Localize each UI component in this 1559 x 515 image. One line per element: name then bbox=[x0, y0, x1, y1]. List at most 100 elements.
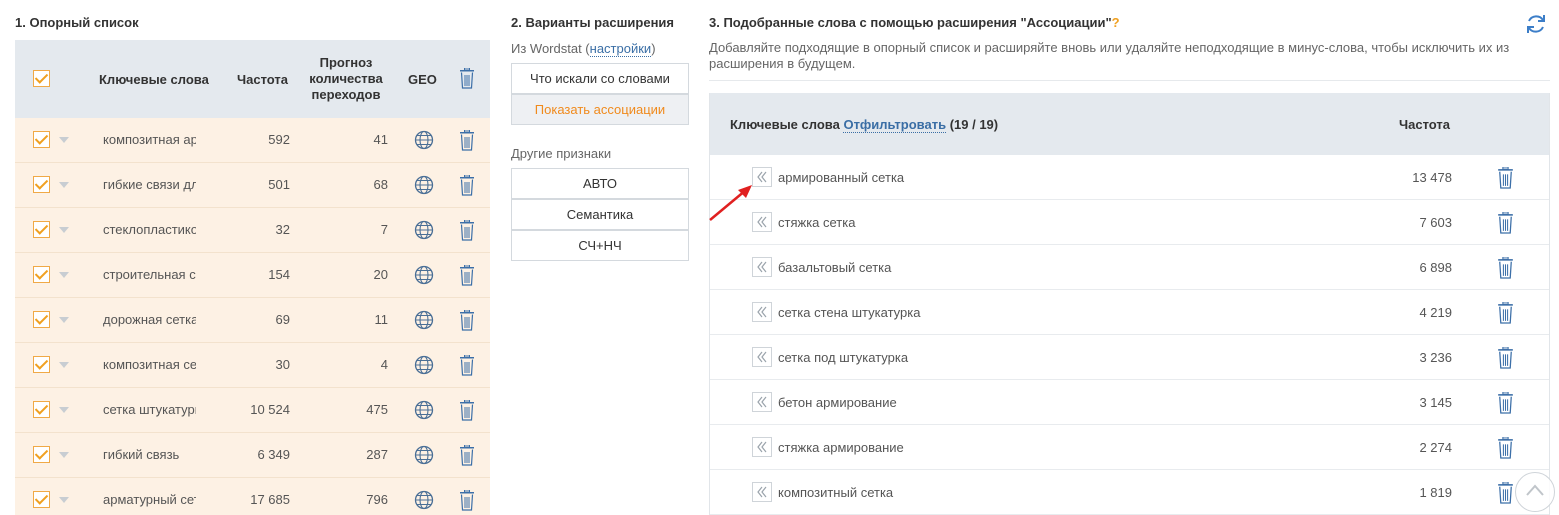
row-dropdown-icon[interactable] bbox=[59, 362, 69, 368]
divider bbox=[709, 80, 1550, 81]
header-geo: GEO bbox=[408, 72, 437, 87]
row-delete-icon[interactable] bbox=[459, 220, 475, 241]
row-dropdown-icon[interactable] bbox=[59, 452, 69, 458]
row-delete-icon[interactable] bbox=[459, 130, 475, 151]
row-delete-icon[interactable] bbox=[459, 310, 475, 331]
association-delete-icon[interactable] bbox=[1497, 482, 1514, 504]
row-forecast: 7 bbox=[380, 222, 388, 237]
row-forecast: 475 bbox=[366, 402, 388, 417]
row-frequency: 6 349 bbox=[257, 447, 290, 462]
row-forecast: 796 bbox=[366, 492, 388, 507]
mid-low-frequency-button[interactable]: СЧ+НЧ bbox=[511, 230, 689, 261]
double-chevron-left-icon bbox=[757, 441, 767, 453]
settings-link[interactable]: настройки bbox=[589, 41, 652, 57]
add-to-reference-button[interactable] bbox=[752, 347, 772, 367]
row-delete-icon[interactable] bbox=[459, 490, 475, 511]
geo-globe-icon[interactable] bbox=[414, 400, 434, 420]
association-delete-icon[interactable] bbox=[1497, 167, 1514, 189]
searched-with-words-button[interactable]: Что искали со словами bbox=[511, 63, 689, 94]
show-associations-button[interactable]: Показать ассоциации bbox=[511, 94, 689, 125]
reference-row: сетка штукатурная 10 524 475 bbox=[15, 388, 490, 433]
add-to-reference-button[interactable] bbox=[752, 482, 772, 502]
row-frequency: 30 bbox=[275, 357, 290, 372]
row-dropdown-icon[interactable] bbox=[59, 407, 69, 413]
chevron-up-icon bbox=[1526, 484, 1544, 496]
association-delete-icon[interactable] bbox=[1497, 392, 1514, 414]
row-dropdown-icon[interactable] bbox=[59, 182, 69, 188]
reference-row: стеклопластиковая арматура 32 7 bbox=[15, 208, 490, 253]
row-frequency: 69 bbox=[275, 312, 290, 327]
row-keyword: стеклопластиковая арматура bbox=[103, 222, 196, 237]
add-to-reference-button[interactable] bbox=[752, 302, 772, 322]
associations-title-text: 3. Подобранные слова с помощью расширени… bbox=[709, 15, 1112, 30]
reference-row: дорожная сетка 69 11 bbox=[15, 298, 490, 343]
header-frequency[interactable]: Частота bbox=[237, 72, 288, 87]
row-forecast: 41 bbox=[373, 132, 388, 147]
row-delete-icon[interactable] bbox=[459, 355, 475, 376]
wordstat-source-label: Из Wordstat (настройки) bbox=[511, 41, 656, 57]
reference-list-table: Ключевые слова Частота Прогноз количеств… bbox=[15, 40, 490, 515]
reference-row: композитная арматура 592 41 bbox=[15, 118, 490, 163]
association-delete-icon[interactable] bbox=[1497, 212, 1514, 234]
help-icon[interactable]: ? bbox=[1112, 15, 1120, 30]
header-keywords[interactable]: Ключевые слова bbox=[99, 72, 209, 87]
scroll-to-top-button[interactable] bbox=[1515, 472, 1555, 512]
row-delete-icon[interactable] bbox=[459, 265, 475, 286]
add-to-reference-button[interactable] bbox=[752, 392, 772, 412]
geo-globe-icon[interactable] bbox=[414, 490, 434, 510]
geo-globe-icon[interactable] bbox=[414, 310, 434, 330]
association-frequency: 4 219 bbox=[1419, 305, 1452, 320]
header-forecast[interactable]: Прогноз количества переходов bbox=[303, 55, 389, 103]
row-dropdown-icon[interactable] bbox=[59, 317, 69, 323]
geo-globe-icon[interactable] bbox=[414, 445, 434, 465]
row-delete-icon[interactable] bbox=[459, 400, 475, 421]
source-suffix: ) bbox=[651, 41, 656, 56]
row-checkbox[interactable] bbox=[33, 446, 50, 463]
row-checkbox[interactable] bbox=[33, 266, 50, 283]
reference-row: строительная сетка 154 20 bbox=[15, 253, 490, 298]
association-keyword: сетка стена штукатурка bbox=[778, 305, 921, 320]
row-dropdown-icon[interactable] bbox=[59, 497, 69, 503]
geo-globe-icon[interactable] bbox=[414, 220, 434, 240]
row-frequency: 501 bbox=[268, 177, 290, 192]
row-checkbox[interactable] bbox=[33, 311, 50, 328]
association-row: стяжка сетка 7 603 bbox=[710, 200, 1549, 245]
association-keyword: стяжка армирование bbox=[778, 440, 904, 455]
row-checkbox[interactable] bbox=[33, 176, 50, 193]
geo-globe-icon[interactable] bbox=[414, 175, 434, 195]
association-row: базальтовый сетка 6 898 bbox=[710, 245, 1549, 290]
select-all-checkbox[interactable] bbox=[33, 70, 50, 87]
auto-button[interactable]: АВТО bbox=[511, 168, 689, 199]
delete-all-icon[interactable] bbox=[459, 68, 475, 89]
row-dropdown-icon[interactable] bbox=[59, 272, 69, 278]
row-dropdown-icon[interactable] bbox=[59, 137, 69, 143]
refresh-icon[interactable] bbox=[1524, 12, 1548, 36]
row-dropdown-icon[interactable] bbox=[59, 227, 69, 233]
add-to-reference-button[interactable] bbox=[752, 257, 772, 277]
row-checkbox[interactable] bbox=[33, 356, 50, 373]
geo-globe-icon[interactable] bbox=[414, 130, 434, 150]
row-checkbox[interactable] bbox=[33, 491, 50, 508]
row-checkbox[interactable] bbox=[33, 401, 50, 418]
header-keywords-label[interactable]: Ключевые слова bbox=[730, 117, 840, 132]
row-delete-icon[interactable] bbox=[459, 175, 475, 196]
add-to-reference-button[interactable] bbox=[752, 437, 772, 457]
semantics-button[interactable]: Семантика bbox=[511, 199, 689, 230]
other-features-label: Другие признаки bbox=[511, 146, 612, 161]
row-checkbox[interactable] bbox=[33, 131, 50, 148]
association-delete-icon[interactable] bbox=[1497, 302, 1514, 324]
association-row: бетон армирование 3 145 bbox=[710, 380, 1549, 425]
keyword-count: (19 / 19) bbox=[949, 117, 999, 132]
header-frequency[interactable]: Частота bbox=[1399, 117, 1450, 132]
geo-globe-icon[interactable] bbox=[414, 265, 434, 285]
row-delete-icon[interactable] bbox=[459, 445, 475, 466]
row-checkbox[interactable] bbox=[33, 221, 50, 238]
association-keyword: базальтовый сетка bbox=[778, 260, 892, 275]
filter-link[interactable]: Отфильтровать bbox=[843, 117, 947, 133]
geo-globe-icon[interactable] bbox=[414, 355, 434, 375]
association-delete-icon[interactable] bbox=[1497, 437, 1514, 459]
association-frequency: 7 603 bbox=[1419, 215, 1452, 230]
association-delete-icon[interactable] bbox=[1497, 257, 1514, 279]
association-delete-icon[interactable] bbox=[1497, 347, 1514, 369]
row-keyword: строительная сетка bbox=[103, 267, 196, 282]
